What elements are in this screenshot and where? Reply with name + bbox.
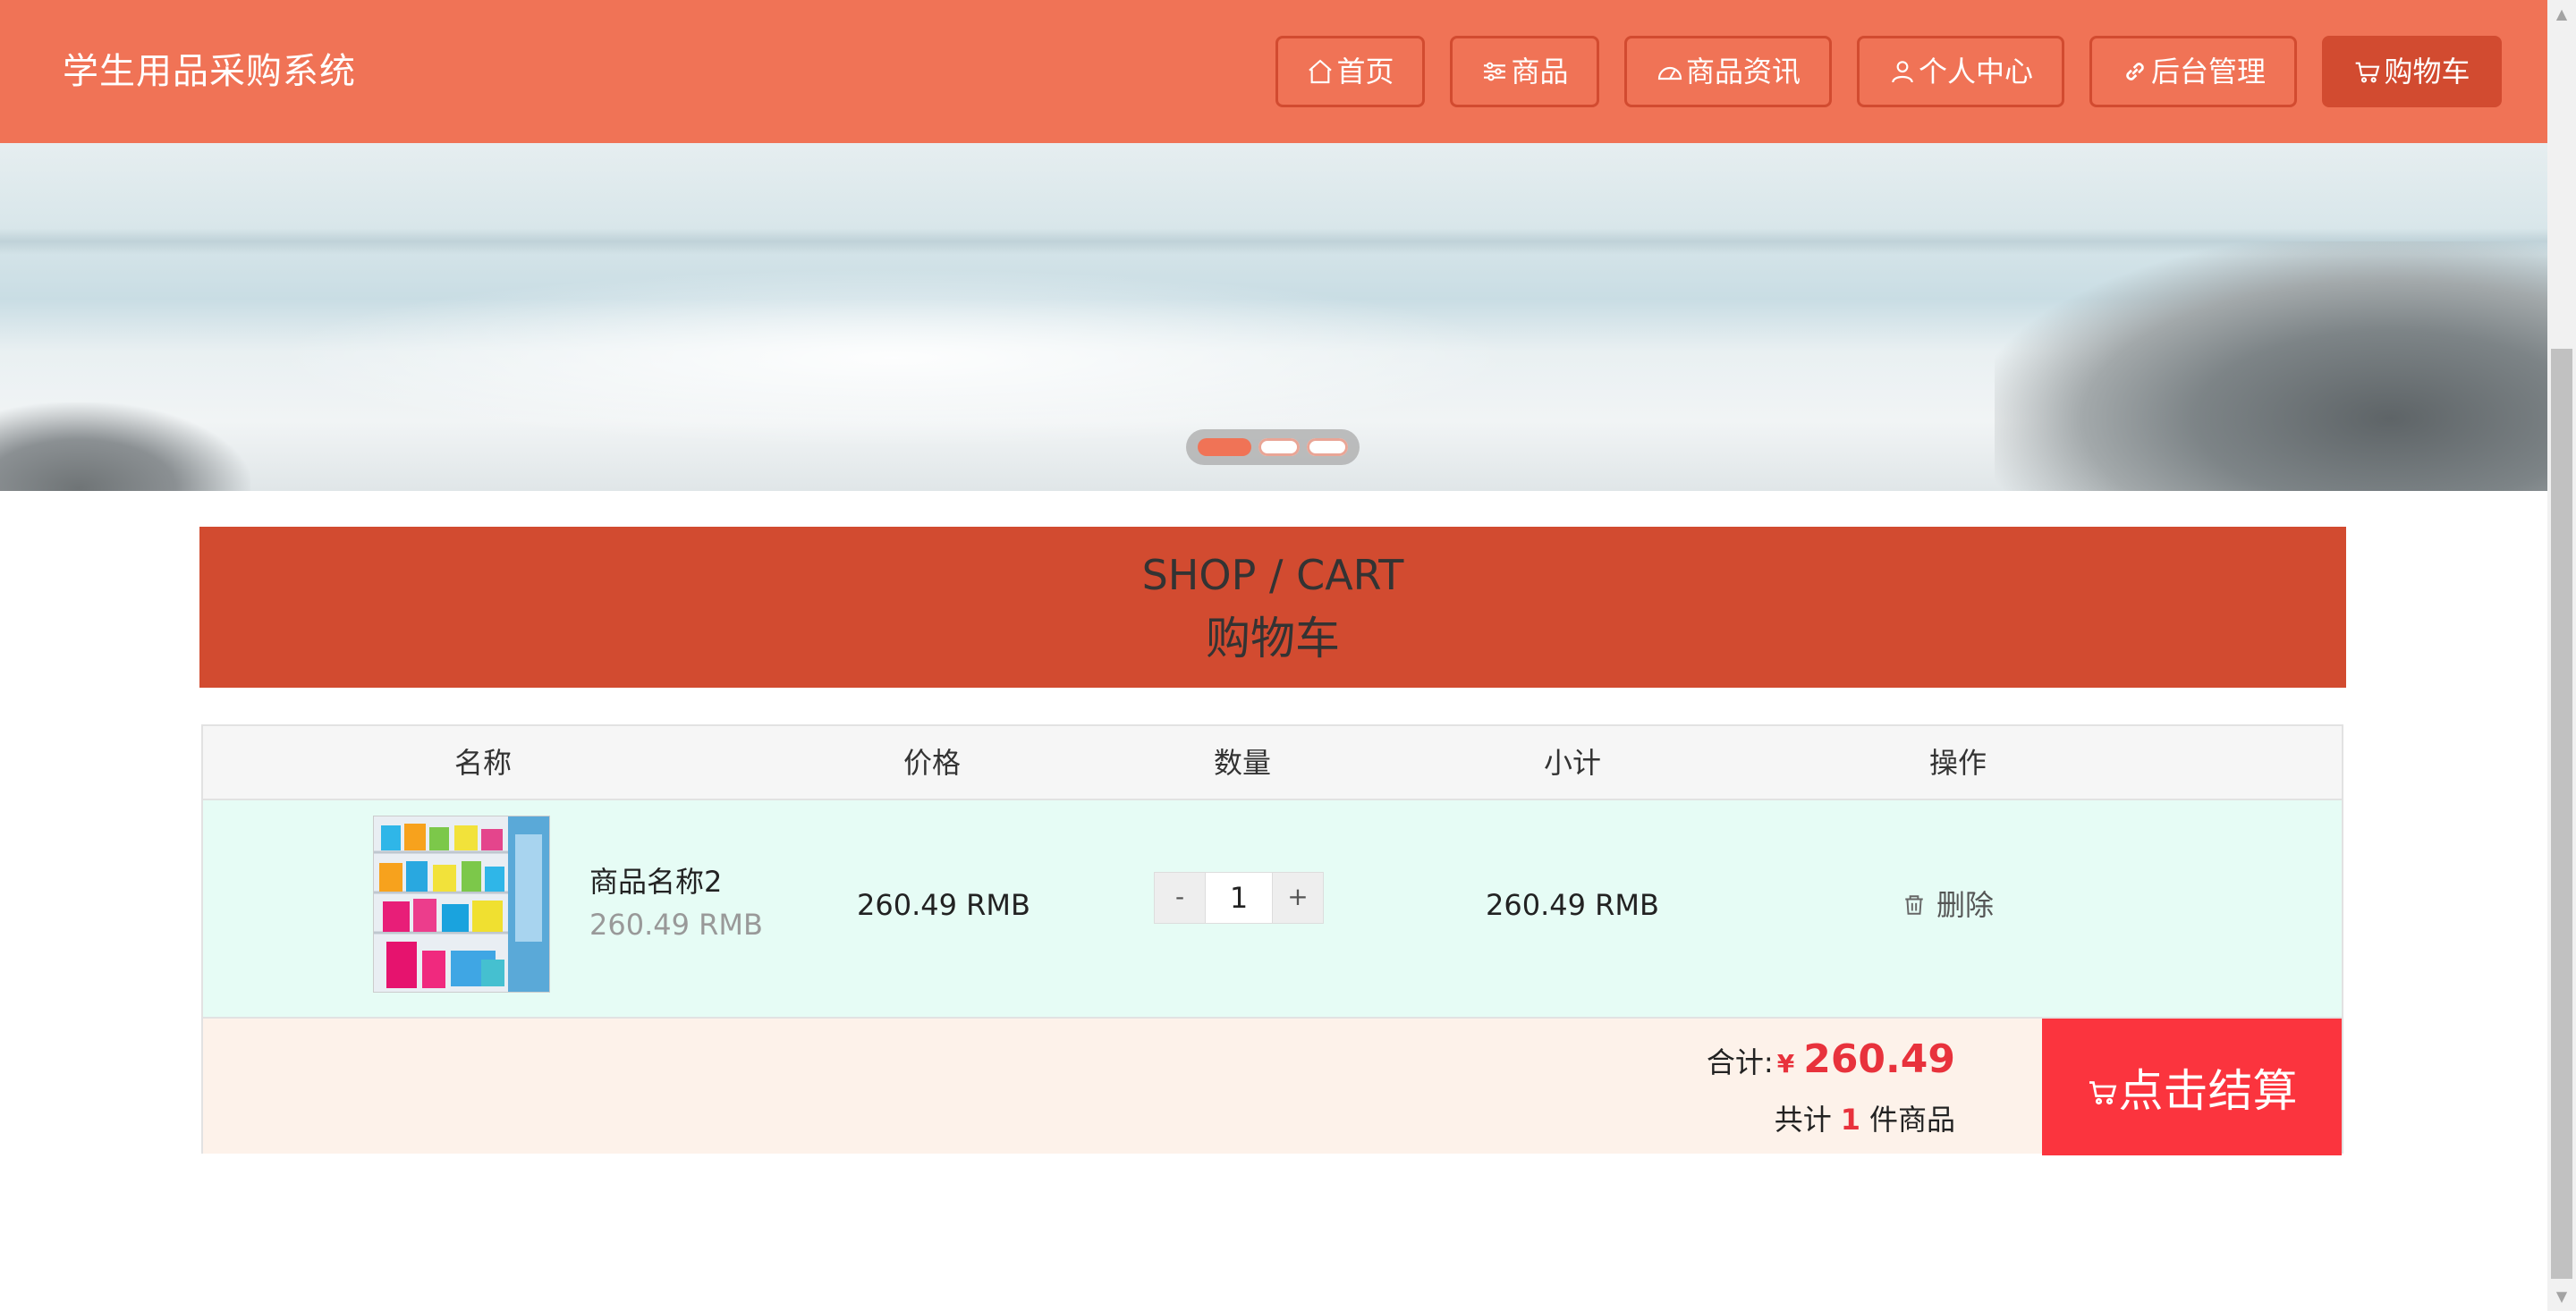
cart-summary-row: 合计: ¥ 260.49 共计 1 件商品 点击结算 [203,1017,2342,1155]
column-header-quantity: 数量 [1213,746,1272,780]
main-nav: 首页 商品 商品资讯 个人中心 后台管理 购物车 [1250,36,2502,107]
delete-label: 删除 [1936,888,1995,922]
carousel-dot-2[interactable] [1258,438,1300,456]
cart-icon [2356,62,2380,83]
nav-home-label: 首页 [1336,55,1394,89]
nav-profile-button[interactable]: 个人中心 [1857,36,2064,107]
banner-rock-right [1995,241,2547,491]
quantity-increase-button[interactable]: + [1272,872,1324,924]
quantity-decrease-button[interactable]: - [1154,872,1206,924]
item-count: 共计 1 件商品 [1775,1097,1955,1138]
total-currency: ¥ [1776,1049,1795,1078]
site-title[interactable]: 学生用品采购系统 [63,47,356,97]
scrollbar-thumb[interactable] [2551,349,2572,1279]
cart-item-row: 商品名称2 260.49 RMB 260.49 RMB - 1 + 260.49… [203,800,2342,1017]
link-icon [2126,63,2144,80]
product-unit-price: 260.49 RMB [589,908,763,942]
product-image [374,816,549,992]
nav-admin-button[interactable]: 后台管理 [2089,36,2297,107]
page-title-box: SHOP / CART 购物车 [199,527,2346,688]
count-prefix: 共计 [1774,1103,1832,1137]
nav-cart-label: 购物车 [2384,55,2470,89]
dashboard-icon [1657,66,1682,80]
product-thumbnail[interactable] [373,816,550,993]
item-subtotal: 260.49 RMB [1486,888,1659,922]
scroll-down-arrow-icon[interactable]: ▼ [2547,1282,2576,1311]
count-suffix: 件商品 [1868,1103,1955,1137]
delete-item-button[interactable]: 删除 [1902,885,1994,925]
trash-icon [1905,895,1923,915]
total-amount: 260.49 [1803,1036,1955,1082]
nav-profile-label: 个人中心 [1918,55,2033,89]
quantity-input[interactable]: 1 [1206,872,1272,924]
nav-products-button[interactable]: 商品 [1450,36,1599,107]
nav-news-button[interactable]: 商品资讯 [1624,36,1832,107]
quantity-stepper: - 1 + [1154,872,1324,924]
scroll-up-arrow-icon[interactable]: ▲ [2547,0,2576,29]
nav-news-label: 商品资讯 [1685,55,1801,89]
count-number: 1 [1840,1103,1860,1137]
cart-table-header: 名称 价格 数量 小计 操作 [203,726,2342,800]
cart-total: 合计: ¥ 260.49 [1707,1036,1955,1082]
checkout-label: 点击结算 [2118,1064,2298,1117]
nav-home-button[interactable]: 首页 [1275,36,1425,107]
page-scrollbar[interactable]: ▲ ▼ [2547,0,2576,1311]
carousel-dot-1[interactable] [1198,438,1251,456]
carousel-indicators [1186,429,1360,465]
nav-products-label: 商品 [1511,55,1569,89]
product-name[interactable]: 商品名称2 [589,862,722,901]
banner-rock-left [0,402,250,491]
page-title-en: SHOP / CART [1141,551,1404,599]
cart-icon [2089,1080,2116,1104]
nav-admin-label: 后台管理 [2150,55,2266,89]
column-header-name: 名称 [453,746,513,780]
user-icon [1892,61,1913,83]
banner-mist [268,268,1521,447]
cart-table: 名称 价格 数量 小计 操作 商品名称2 260.49 RMB 260.49 R… [201,724,2343,1155]
item-price: 260.49 RMB [857,888,1030,922]
top-nav-bar: 学生用品采购系统 首页 商品 商品资讯 个人中心 后台管理 购物车 [0,0,2547,143]
carousel-dot-3[interactable] [1307,438,1348,456]
nav-cart-button[interactable]: 购物车 [2322,36,2502,107]
home-icon [1309,59,1333,84]
total-label: 合计: [1706,1045,1774,1079]
page-title-cn: 购物车 [1206,613,1340,664]
column-header-actions: 操作 [1928,746,1987,780]
column-header-price: 价格 [902,746,962,780]
sliders-icon [1484,62,1506,81]
column-header-subtotal: 小计 [1543,746,1602,780]
checkout-button[interactable]: 点击结算 [2042,1019,2342,1155]
banner-carousel[interactable] [0,143,2547,491]
